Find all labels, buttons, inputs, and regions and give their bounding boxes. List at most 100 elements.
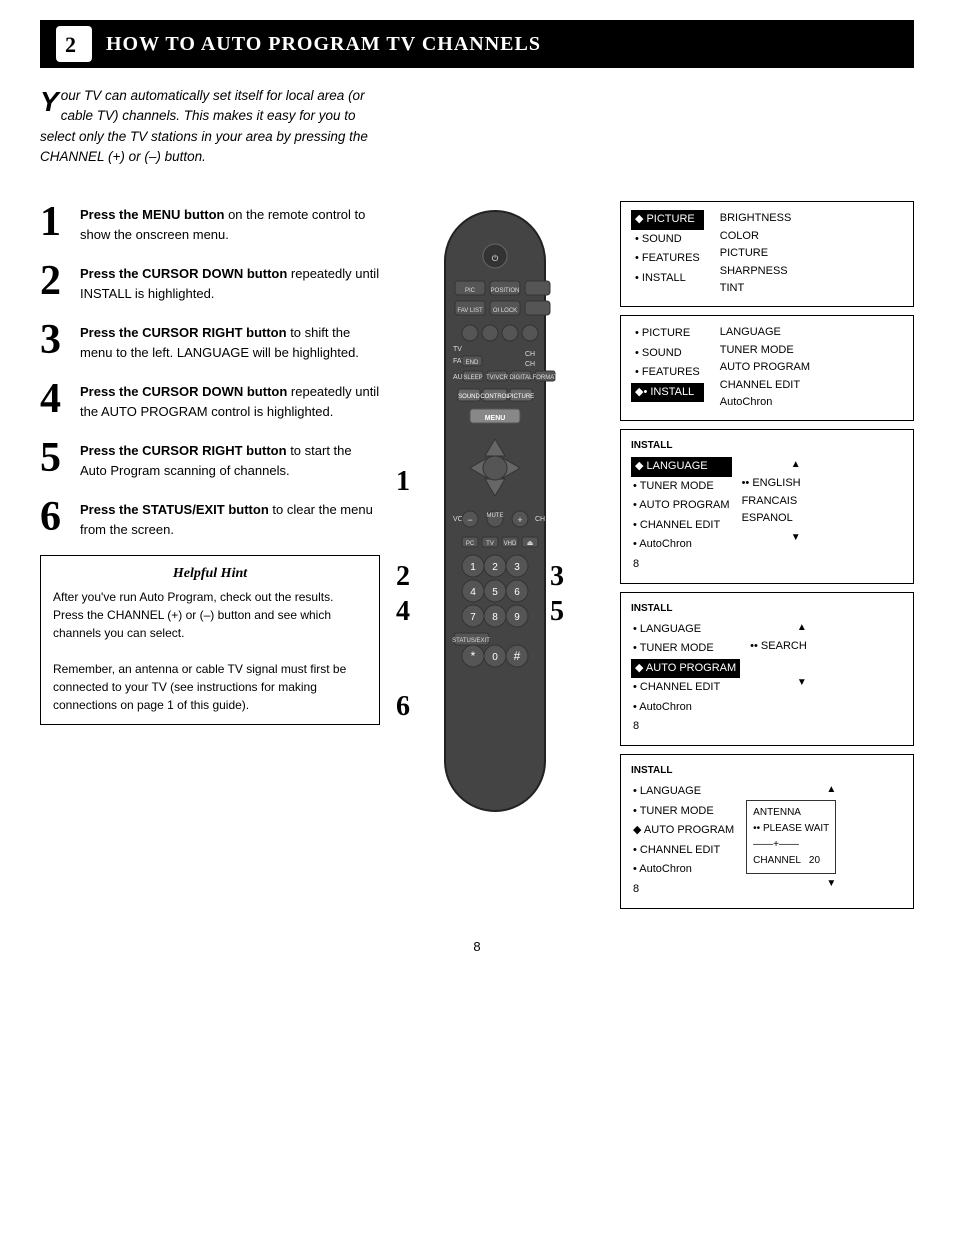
svg-text:#: # bbox=[514, 649, 521, 663]
svg-text:8: 8 bbox=[492, 612, 498, 623]
step-1-text: Press the MENU button on the remote cont… bbox=[80, 201, 380, 244]
remote-step-6-overlay: 6 bbox=[396, 691, 410, 723]
screen-3: INSTALL ◆ LANGUAGE • TUNER MODE • AUTO P… bbox=[620, 429, 914, 584]
page-title: How to Auto Program TV Channels bbox=[106, 33, 541, 56]
svg-text:CH: CH bbox=[525, 361, 535, 368]
remote-svg: ⏻ PIC POSITION FAV LIST OI LOCK bbox=[390, 201, 590, 821]
step-4-bold: Press the CURSOR DOWN button bbox=[80, 384, 287, 399]
svg-text:CH: CH bbox=[525, 351, 535, 358]
svg-text:FORMAT: FORMAT bbox=[533, 375, 558, 381]
screen-2-left: • PICTURE • SOUND • FEATURES ◆• INSTALL bbox=[631, 324, 704, 412]
screen-4-autoprog-highlighted: ◆ AUTO PROGRAM bbox=[631, 659, 740, 679]
header: 2 How to Auto Program TV Channels bbox=[40, 20, 914, 68]
step-5-text: Press the CURSOR RIGHT button to start t… bbox=[80, 437, 380, 480]
step-5: 5 Press the CURSOR RIGHT button to start… bbox=[40, 437, 380, 480]
svg-text:FAV LIST: FAV LIST bbox=[457, 308, 483, 314]
step-5-number: 5 bbox=[40, 437, 80, 479]
step-6: 6 Press the STATUS/EXIT button to clear … bbox=[40, 496, 380, 539]
screen-4-right: ▲ •• SEARCH ▼ bbox=[750, 620, 807, 738]
svg-text:9: 9 bbox=[514, 612, 520, 623]
remote-step-3-overlay: 3 bbox=[550, 561, 564, 593]
header-icon: 2 bbox=[56, 26, 92, 62]
remote-step-1-overlay: 1 bbox=[396, 466, 410, 498]
screen-1-picture-highlighted: ◆ PICTURE bbox=[631, 210, 704, 230]
svg-text:SOUND: SOUND bbox=[458, 394, 480, 400]
step-1: 1 Press the MENU button on the remote co… bbox=[40, 201, 380, 244]
svg-text:*: * bbox=[471, 649, 476, 663]
tv-screens-column: ◆ PICTURE • SOUND • FEATURES • INSTALL B… bbox=[620, 201, 914, 909]
svg-text:VHD: VHD bbox=[504, 541, 517, 547]
screen-2-install-highlighted: ◆• INSTALL bbox=[631, 383, 704, 403]
step-3-bold: Press the CURSOR RIGHT button bbox=[80, 325, 287, 340]
svg-text:6: 6 bbox=[514, 587, 520, 598]
step-3: 3 Press the CURSOR RIGHT button to shift… bbox=[40, 319, 380, 362]
svg-text:5: 5 bbox=[492, 587, 498, 598]
svg-text:TV: TV bbox=[486, 541, 494, 547]
step-6-number: 6 bbox=[40, 496, 80, 538]
page: 2 How to Auto Program TV Channels Your T… bbox=[0, 0, 954, 1235]
svg-text:4: 4 bbox=[470, 587, 476, 598]
svg-text:STATUS/EXIT: STATUS/EXIT bbox=[452, 638, 490, 644]
remote-step-5-overlay: 5 bbox=[550, 596, 564, 628]
remote-step-2-overlay: 2 bbox=[396, 561, 410, 593]
svg-text:CH: CH bbox=[535, 516, 545, 523]
step-2-bold: Press the CURSOR DOWN button bbox=[80, 266, 287, 281]
screen-3-title: INSTALL bbox=[631, 438, 903, 454]
svg-text:DIGITAL: DIGITAL bbox=[510, 375, 534, 381]
step-1-number: 1 bbox=[40, 201, 80, 243]
step-2-text: Press the CURSOR DOWN button repeatedly … bbox=[80, 260, 380, 303]
screen-5: INSTALL • LANGUAGE • TUNER MODE ◆ AUTO P… bbox=[620, 754, 914, 909]
screen-3-language-highlighted: ◆ LANGUAGE bbox=[631, 457, 732, 477]
svg-text:0: 0 bbox=[492, 652, 498, 663]
screen-1-left: ◆ PICTURE • SOUND • FEATURES • INSTALL bbox=[631, 210, 704, 298]
hint-title: Helpful Hint bbox=[53, 566, 367, 582]
svg-text:7: 7 bbox=[470, 612, 476, 623]
svg-text:1: 1 bbox=[470, 562, 476, 573]
screen-1-right: BRIGHTNESS COLOR PICTURE SHARPNESS TINT bbox=[720, 210, 792, 298]
svg-text:PC: PC bbox=[466, 541, 475, 547]
step-1-bold: Press the MENU button bbox=[80, 207, 224, 222]
screen-4-left: • LANGUAGE • TUNER MODE ◆ AUTO PROGRAM •… bbox=[631, 620, 740, 738]
svg-text:PICTURE: PICTURE bbox=[508, 394, 534, 400]
screen-3-right: ▲ •• ENGLISH FRANCAIS ESPANOL ▼ bbox=[742, 457, 801, 575]
screen-1: ◆ PICTURE • SOUND • FEATURES • INSTALL B… bbox=[620, 201, 914, 307]
svg-text:3: 3 bbox=[514, 562, 520, 573]
step-4: 4 Press the CURSOR DOWN button repeatedl… bbox=[40, 378, 380, 421]
svg-text:SLEEP: SLEEP bbox=[463, 375, 482, 381]
steps-column: 1 Press the MENU button on the remote co… bbox=[40, 201, 380, 725]
screen-4-title: INSTALL bbox=[631, 601, 903, 617]
screen-5-right: ▲ ANTENNA •• PLEASE WAIT ——+—— CHANNEL 2… bbox=[746, 782, 836, 900]
step-5-bold: Press the CURSOR RIGHT button bbox=[80, 443, 287, 458]
step-6-text: Press the STATUS/EXIT button to clear th… bbox=[80, 496, 380, 539]
svg-text:TV/VCR: TV/VCR bbox=[486, 375, 509, 381]
svg-text:MENU: MENU bbox=[485, 415, 506, 422]
step-6-bold: Press the STATUS/EXIT button bbox=[80, 502, 269, 517]
main-layout: 1 Press the MENU button on the remote co… bbox=[40, 201, 914, 909]
screen-5-left: • LANGUAGE • TUNER MODE ◆ AUTO PROGRAM •… bbox=[631, 782, 736, 900]
screen-5-scanning-box: ANTENNA •• PLEASE WAIT ——+—— CHANNEL 20 bbox=[746, 800, 836, 874]
step-3-text: Press the CURSOR RIGHT button to shift t… bbox=[80, 319, 380, 362]
right-column: 1 2 3 4 5 6 ⏻ PIC POSITION bbox=[390, 201, 914, 909]
screen-5-title: INSTALL bbox=[631, 763, 903, 779]
svg-text:2: 2 bbox=[65, 32, 76, 57]
remote-step-4-overlay: 4 bbox=[396, 596, 410, 628]
svg-text:OI LOCK: OI LOCK bbox=[493, 308, 517, 314]
remote-control-area: 1 2 3 4 5 6 ⏻ PIC POSITION bbox=[390, 201, 610, 824]
svg-text:−: − bbox=[467, 515, 472, 525]
step-2-number: 2 bbox=[40, 260, 80, 302]
step-2: 2 Press the CURSOR DOWN button repeatedl… bbox=[40, 260, 380, 303]
svg-text:MUTE: MUTE bbox=[487, 513, 504, 519]
step-4-text: Press the CURSOR DOWN button repeatedly … bbox=[80, 378, 380, 421]
screen-2: • PICTURE • SOUND • FEATURES ◆• INSTALL … bbox=[620, 315, 914, 421]
step-4-number: 4 bbox=[40, 378, 80, 420]
step-3-number: 3 bbox=[40, 319, 80, 361]
hint-text: After you've run Auto Program, check out… bbox=[53, 588, 367, 714]
svg-text:+: + bbox=[517, 515, 522, 525]
svg-text:CONTROL: CONTROL bbox=[480, 394, 510, 400]
svg-text:POSITION: POSITION bbox=[491, 288, 520, 294]
screen-3-left: ◆ LANGUAGE • TUNER MODE • AUTO PROGRAM •… bbox=[631, 457, 732, 575]
intro-text: Your TV can automatically set itself for… bbox=[40, 86, 380, 167]
helpful-hint-box: Helpful Hint After you've run Auto Progr… bbox=[40, 555, 380, 725]
svg-text:END: END bbox=[466, 360, 479, 366]
screen-2-right: LANGUAGE TUNER MODE AUTO PROGRAM CHANNEL… bbox=[720, 324, 810, 412]
